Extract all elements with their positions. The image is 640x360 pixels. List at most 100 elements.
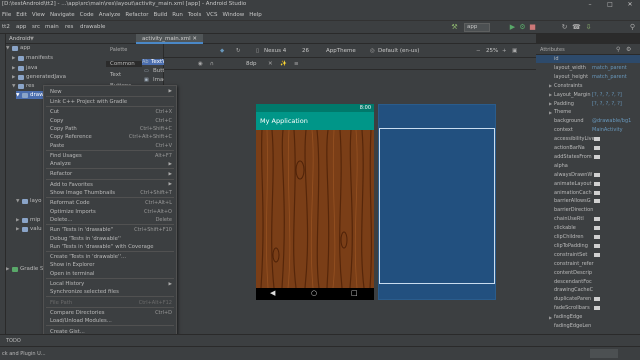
menu-analyze[interactable]: Analyze [99,12,121,18]
avd-manager-icon[interactable]: ☎ [572,23,581,32]
device-select[interactable]: Nexus 4 [264,48,286,54]
chevron-right-icon[interactable]: ▶ [549,92,552,97]
run-icon[interactable]: ▶ [508,23,517,32]
globe-icon[interactable]: ◎ [370,48,375,54]
attribute-row[interactable]: clickable [536,224,640,232]
zoom-out-icon[interactable]: − [476,48,481,54]
checkbox[interactable] [594,190,600,195]
menu-window[interactable]: Window [223,12,245,18]
chevron-down-icon[interactable]: ▼ [16,93,21,98]
checkbox[interactable] [594,297,600,302]
attribute-row[interactable]: alpha [536,162,640,170]
close-icon[interactable]: ✕ [192,36,197,42]
debug-icon[interactable]: ⚙ [518,23,527,32]
margin-select[interactable]: 8dp [246,61,256,67]
attribute-row[interactable]: contentDescrip [536,269,640,277]
attribute-row[interactable]: fadingEdgeLen [536,322,640,330]
chevron-right-icon[interactable]: ▶ [549,101,552,106]
tree-item-mipmap[interactable]: ▶ mip [16,216,40,224]
checkbox[interactable] [594,306,600,311]
checkbox[interactable] [594,243,600,248]
theme-select[interactable]: AppTheme [326,48,356,54]
breadcrumb-item[interactable]: drawable [80,24,105,30]
attribute-row[interactable]: descendantFoc [536,278,640,286]
tree-item-java[interactable]: ▶ java [12,64,38,72]
attribute-row[interactable]: layout_height match_parent [536,73,640,81]
checkbox[interactable] [594,181,600,186]
checkbox[interactable] [594,154,600,159]
maximize-icon[interactable]: □ [600,0,620,9]
blueprint-layout-bounds[interactable] [379,128,495,284]
attribute-row[interactable]: ▶ Constraints [536,82,640,90]
tool-window-todo[interactable]: TODO [6,338,21,344]
menu-file[interactable]: File [2,12,11,18]
checkbox[interactable] [594,235,600,239]
attribute-row[interactable]: drawingCacheC [536,286,640,294]
device-icon[interactable]: ▯ [256,48,259,54]
search-icon[interactable]: ⚲ [616,46,620,53]
chevron-right-icon[interactable]: ▶ [12,56,17,61]
attribute-row[interactable]: alwaysDrawnW [536,171,640,179]
attribute-row[interactable]: constraintSet [536,251,640,259]
attribute-row[interactable]: ▶ Layout_Margin [?, ?, ?, ?, ?] [536,91,640,99]
checkbox[interactable] [594,146,600,150]
chevron-right-icon[interactable]: ▶ [549,110,552,115]
checkbox[interactable] [594,199,600,204]
attribute-row[interactable]: ▶ Padding [?, ?, ?, ?, ?] [536,100,640,108]
attribute-value[interactable]: MainActivity [592,127,623,133]
attribute-row[interactable]: actionBarNa [536,144,640,152]
chevron-right-icon[interactable]: ▶ [16,227,21,232]
sdk-manager-icon[interactable]: ⇩ [584,23,593,32]
attribute-value[interactable]: [?, ?, ?, ?, ?] [592,92,622,98]
attribute-row[interactable]: constraint_refer [536,260,640,268]
attribute-row[interactable]: ▶ fadingEdge [536,313,640,321]
chevron-down-icon[interactable]: ▼ [12,84,17,89]
align-icon[interactable]: ≡ [294,61,299,67]
sync-icon[interactable]: ↻ [560,23,569,32]
attribute-row[interactable]: animationCach [536,189,640,197]
attribute-value[interactable]: match_parent [592,65,627,71]
checkbox[interactable] [594,252,600,257]
recents-icon[interactable]: □ [351,289,358,297]
run-config-select[interactable]: app [464,23,490,32]
chevron-right-icon[interactable]: ▶ [549,83,552,88]
menu-tools[interactable]: Tools [188,12,202,18]
menu-refactor[interactable]: Refactor [125,12,148,18]
wood-background-image[interactable] [256,130,374,288]
chevron-right-icon[interactable]: ▶ [6,267,11,272]
home-icon[interactable]: ○ [311,289,317,297]
api-level-select[interactable]: 26 [302,48,309,54]
zoom-in-icon[interactable]: + [502,48,507,54]
chevron-right-icon[interactable]: ▶ [12,66,17,71]
fit-screen-icon[interactable]: ▣ [512,48,517,54]
orientation-icon[interactable]: ↻ [236,48,241,54]
chevron-down-icon[interactable]: ▼ [30,36,34,42]
tree-item-res[interactable]: ▼ res [12,82,34,90]
checkbox[interactable] [594,226,600,231]
attribute-row[interactable]: accessibilityLive [536,135,640,143]
attribute-row[interactable]: chainUseRtl [536,215,640,223]
menu-navigate[interactable]: Navigate [50,12,75,18]
attribute-row[interactable]: duplicateParen [536,295,640,303]
search-icon[interactable]: ⚲ [628,23,637,32]
tree-item-manifests[interactable]: ▶ manifests [12,54,53,62]
attribute-row[interactable]: ▶ Theme [536,108,640,116]
magnet-icon[interactable]: ∩ [210,61,214,67]
eye-icon[interactable]: ◉ [198,61,203,67]
attribute-row[interactable]: id [536,55,640,63]
attribute-row[interactable]: barrierDirection [536,206,640,214]
menu-run[interactable]: Run [172,12,183,18]
project-view-select[interactable]: Android [9,36,30,42]
menu-help[interactable]: Help [249,12,262,18]
attribute-row[interactable]: clipToPadding [536,242,640,250]
locale-select[interactable]: Default (en-us) [378,48,419,54]
menu-edit[interactable]: Edit [16,12,27,18]
chevron-right-icon[interactable]: ▶ [549,315,552,320]
breadcrumb-item[interactable]: tt2 [2,24,10,30]
attribute-row[interactable]: fadeScrollbars [536,304,640,312]
attribute-value[interactable]: [?, ?, ?, ?, ?] [592,101,622,107]
attribute-row[interactable]: barrierAllowsG [536,197,640,205]
breadcrumb-item[interactable]: res [65,24,73,30]
close-icon[interactable]: ✕ [620,0,640,9]
checkbox[interactable] [594,172,600,177]
